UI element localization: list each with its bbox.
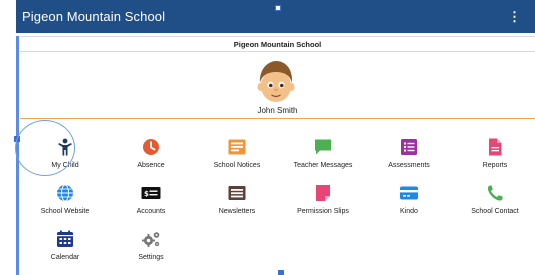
tile-school-contact[interactable]: School Contact — [455, 184, 535, 230]
chat-bubble-icon — [315, 139, 331, 155]
tile-calendar[interactable]: Calendar — [25, 230, 105, 275]
checklist-icon — [401, 139, 417, 155]
tile-label: Teacher Messages — [293, 162, 353, 169]
selection-highlight — [15, 120, 75, 176]
tile-settings[interactable]: Settings — [111, 230, 191, 275]
svg-text:$: $ — [144, 190, 149, 198]
tile-label: Newsletters — [218, 208, 256, 215]
dollar-card-icon: $ — [141, 187, 161, 199]
notice-board-icon — [228, 139, 246, 155]
gears-icon — [142, 232, 160, 247]
tile-assessments[interactable]: Assessments — [369, 138, 449, 184]
globe-icon — [57, 184, 73, 202]
tile-label: Permission Slips — [297, 208, 349, 215]
calendar-icon — [57, 230, 73, 247]
tile-label: Calendar — [50, 254, 80, 261]
tile-label: School Website — [40, 208, 90, 215]
tile-label: Kindo — [400, 208, 418, 215]
tile-label: Reports — [482, 162, 508, 169]
tile-absence[interactable]: Absence — [111, 138, 191, 184]
tile-label: School Contact — [471, 208, 519, 215]
signed-slip-icon — [316, 185, 330, 201]
tile-kindo[interactable]: Kindo — [369, 184, 449, 230]
app-title: Pigeon Mountain School — [22, 9, 166, 24]
document-icon — [489, 138, 502, 156]
newspaper-icon — [228, 186, 246, 200]
clock-icon — [143, 139, 159, 155]
tile-permission-slips[interactable]: Permission Slips — [283, 184, 363, 230]
menu-row: School Website $ Accounts Newsletters Pe… — [20, 184, 535, 230]
selection-handle[interactable] — [275, 5, 281, 11]
tile-accounts[interactable]: $ Accounts — [111, 184, 191, 230]
section-divider — [20, 118, 535, 119]
tile-label: School Notices — [213, 162, 261, 169]
tile-teacher-messages[interactable]: Teacher Messages — [283, 138, 363, 184]
menu-row: Calendar Settings — [20, 230, 535, 275]
tile-label: Accounts — [136, 208, 166, 215]
phone-icon — [487, 185, 503, 201]
tile-label: Assessments — [388, 162, 430, 169]
tile-label: Settings — [138, 254, 164, 261]
tile-newsletters[interactable]: Newsletters — [197, 184, 277, 230]
overflow-menu-icon[interactable]: ⋮ — [504, 9, 525, 25]
tile-label: Absence — [137, 162, 165, 169]
avatar — [257, 61, 295, 102]
tile-reports[interactable]: Reports — [455, 138, 535, 184]
tile-school-website[interactable]: School Website — [25, 184, 105, 230]
menu-grid: My Child Absence School Notices Teacher … — [20, 120, 535, 261]
card-icon — [400, 186, 418, 200]
school-header: Pigeon Mountain School — [20, 37, 535, 52]
tile-school-notices[interactable]: School Notices — [197, 138, 277, 184]
menu-row: My Child Absence School Notices Teacher … — [20, 138, 535, 184]
student-name: John Smith — [257, 106, 298, 115]
